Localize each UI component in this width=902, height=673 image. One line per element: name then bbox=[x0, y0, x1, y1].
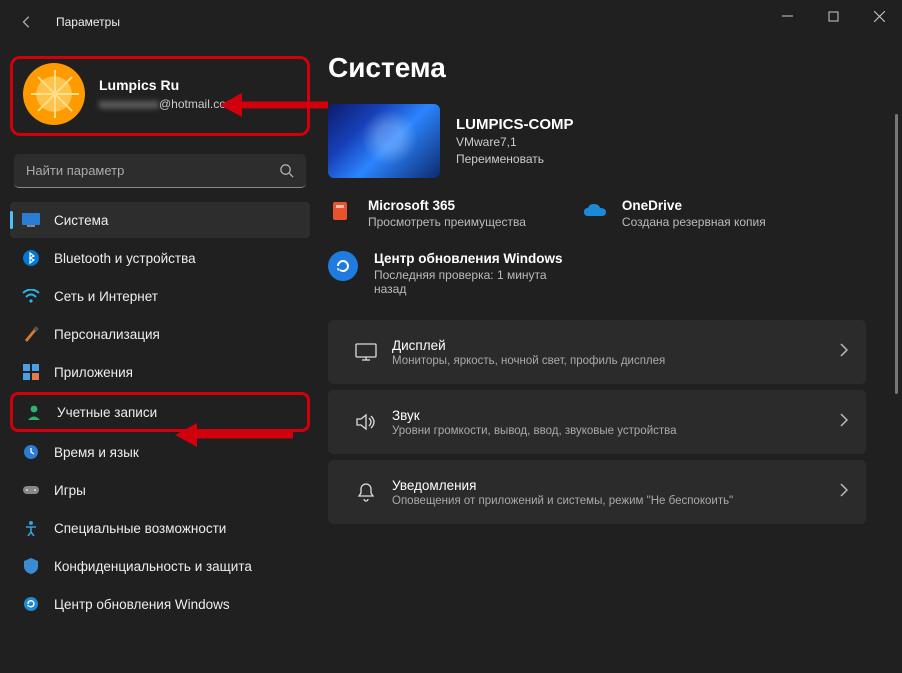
person-icon bbox=[25, 403, 43, 421]
onedrive-icon bbox=[582, 198, 608, 224]
sidebar-item-update[interactable]: Центр обновления Windows bbox=[10, 586, 310, 622]
sidebar-item-system[interactable]: Система bbox=[10, 202, 310, 238]
scrollbar[interactable] bbox=[895, 114, 898, 394]
shield-icon bbox=[22, 557, 40, 575]
profile-name: Lumpics Ru bbox=[99, 77, 236, 93]
clock-icon bbox=[22, 443, 40, 461]
sidebar-item-label: Система bbox=[54, 213, 108, 228]
sidebar-item-label: Время и язык bbox=[54, 445, 139, 460]
back-button[interactable] bbox=[14, 9, 40, 35]
minimize-button[interactable] bbox=[764, 0, 810, 32]
card-notifications[interactable]: Уведомления Оповещения от приложений и с… bbox=[328, 460, 866, 524]
update-title: Центр обновления Windows bbox=[374, 251, 564, 266]
m365-icon bbox=[328, 198, 354, 224]
sidebar-item-accessibility[interactable]: Специальные возможности bbox=[10, 510, 310, 546]
nav-list: Система Bluetooth и устройства Сеть и Ин… bbox=[10, 202, 310, 622]
chevron-right-icon bbox=[840, 343, 848, 362]
sidebar-item-bluetooth[interactable]: Bluetooth и устройства bbox=[10, 240, 310, 276]
wifi-icon bbox=[22, 287, 40, 305]
sidebar-item-label: Bluetooth и устройства bbox=[54, 251, 196, 266]
accessibility-icon bbox=[22, 519, 40, 537]
bell-icon bbox=[346, 482, 386, 502]
sidebar-item-label: Приложения bbox=[54, 365, 133, 380]
titlebar: Параметры bbox=[0, 0, 902, 44]
card-title: Уведомления bbox=[392, 478, 733, 493]
profile-card[interactable]: Lumpics Ru xxxxxxxxxx@hotmail.com bbox=[10, 56, 310, 136]
promo-title: Microsoft 365 bbox=[368, 198, 526, 213]
card-sub: Оповещения от приложений и системы, режи… bbox=[392, 495, 733, 507]
pc-summary: LUMPICS-COMP VMware7,1 Переименовать bbox=[328, 104, 866, 178]
sidebar-item-label: Персонализация bbox=[54, 327, 160, 342]
window-title: Параметры bbox=[56, 15, 120, 29]
update-icon bbox=[22, 595, 40, 613]
update-icon bbox=[328, 251, 358, 281]
update-sub: Последняя проверка: 1 минута назад bbox=[374, 268, 564, 296]
sidebar-item-label: Специальные возможности bbox=[54, 521, 226, 536]
sidebar-item-personalization[interactable]: Персонализация bbox=[10, 316, 310, 352]
gamepad-icon bbox=[22, 481, 40, 499]
card-display[interactable]: Дисплей Мониторы, яркость, ночной свет, … bbox=[328, 320, 866, 384]
chevron-right-icon bbox=[840, 483, 848, 502]
card-sound[interactable]: Звук Уровни громкости, вывод, ввод, звук… bbox=[328, 390, 866, 454]
promo-title: OneDrive bbox=[622, 198, 766, 213]
windows-update-tile[interactable]: Центр обновления Windows Последняя прове… bbox=[328, 251, 866, 296]
sidebar-item-accounts[interactable]: Учетные записи bbox=[10, 392, 310, 432]
pc-name: LUMPICS-COMP bbox=[456, 116, 574, 133]
sidebar-item-network[interactable]: Сеть и Интернет bbox=[10, 278, 310, 314]
promo-onedrive[interactable]: OneDrive Создана резервная копия bbox=[582, 198, 766, 229]
search-placeholder: Найти параметр bbox=[26, 163, 124, 178]
sidebar-item-label: Учетные записи bbox=[57, 405, 157, 420]
profile-email: xxxxxxxxxx@hotmail.com bbox=[99, 97, 236, 111]
sidebar-item-gaming[interactable]: Игры bbox=[10, 472, 310, 508]
sidebar-item-label: Сеть и Интернет bbox=[54, 289, 158, 304]
sidebar-item-label: Конфиденциальность и защита bbox=[54, 559, 252, 574]
page-title: Система bbox=[328, 52, 866, 84]
brush-icon bbox=[22, 325, 40, 343]
system-icon bbox=[22, 211, 40, 229]
card-sub: Уровни громкости, вывод, ввод, звуковые … bbox=[392, 425, 677, 437]
avatar bbox=[23, 63, 85, 125]
rename-link[interactable]: Переименовать bbox=[456, 152, 574, 166]
sidebar: Lumpics Ru xxxxxxxxxx@hotmail.com Найти … bbox=[0, 44, 320, 673]
speaker-icon bbox=[346, 413, 386, 431]
search-icon bbox=[279, 163, 294, 178]
maximize-button[interactable] bbox=[810, 0, 856, 32]
pc-model: VMware7,1 bbox=[456, 135, 574, 149]
card-title: Дисплей bbox=[392, 338, 665, 353]
chevron-right-icon bbox=[840, 413, 848, 432]
monitor-icon bbox=[346, 343, 386, 361]
bluetooth-icon bbox=[22, 249, 40, 267]
main-content: Система LUMPICS-COMP VMware7,1 Переимено… bbox=[320, 44, 902, 673]
search-input[interactable]: Найти параметр bbox=[14, 154, 306, 188]
card-title: Звук bbox=[392, 408, 677, 423]
sidebar-item-privacy[interactable]: Конфиденциальность и защита bbox=[10, 548, 310, 584]
desktop-thumbnail bbox=[328, 104, 440, 178]
promo-m365[interactable]: Microsoft 365 Просмотреть преимущества bbox=[328, 198, 526, 229]
promo-sub: Просмотреть преимущества bbox=[368, 215, 526, 229]
sidebar-item-label: Игры bbox=[54, 483, 86, 498]
sidebar-item-apps[interactable]: Приложения bbox=[10, 354, 310, 390]
sidebar-item-label: Центр обновления Windows bbox=[54, 597, 230, 612]
card-sub: Мониторы, яркость, ночной свет, профиль … bbox=[392, 355, 665, 367]
close-button[interactable] bbox=[856, 0, 902, 32]
sidebar-item-time[interactable]: Время и язык bbox=[10, 434, 310, 470]
promo-sub: Создана резервная копия bbox=[622, 215, 766, 229]
apps-icon bbox=[22, 363, 40, 381]
